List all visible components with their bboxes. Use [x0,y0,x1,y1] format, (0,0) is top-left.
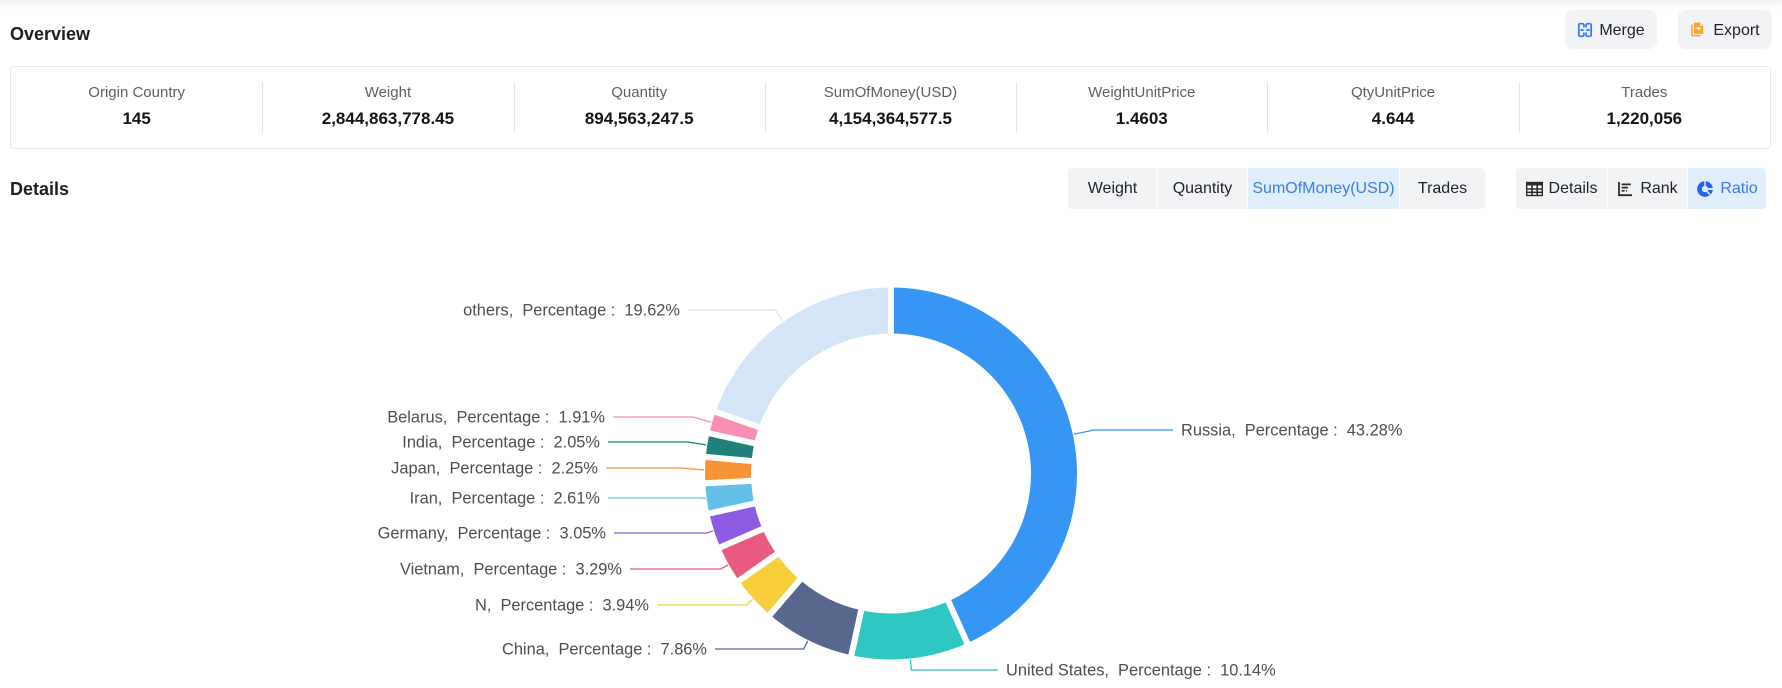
svg-text:N, Percentage : 3.94%: N, Percentage : 3.94% [475,597,649,615]
svg-text:Vietnam, Percentage : 3.29%: Vietnam, Percentage : 3.29% [400,561,622,579]
svg-text:United States, Percentage :: United States, Percentage : 10.14% [1006,662,1276,680]
svg-text:Belarus, Percentage : 1.91%: Belarus, Percentage : 1.91% [387,409,605,427]
svg-text:Germany, Percentage : 3.05%: Germany, Percentage : 3.05% [378,525,606,543]
svg-text:India, Percentage : 2.05%: India, Percentage : 2.05% [402,434,600,452]
svg-text:Japan, Percentage : 2.25%: Japan, Percentage : 2.25% [391,460,598,478]
svg-text:Iran, Percentage : 2.61%: Iran, Percentage : 2.61% [410,490,600,508]
svg-text:Russia, Percentage : 43.28%: Russia, Percentage : 43.28% [1181,422,1402,440]
svg-text:others, Percentage : 19.62%: others, Percentage : 19.62% [463,302,680,320]
svg-text:China, Percentage : 7.86%: China, Percentage : 7.86% [502,641,707,659]
